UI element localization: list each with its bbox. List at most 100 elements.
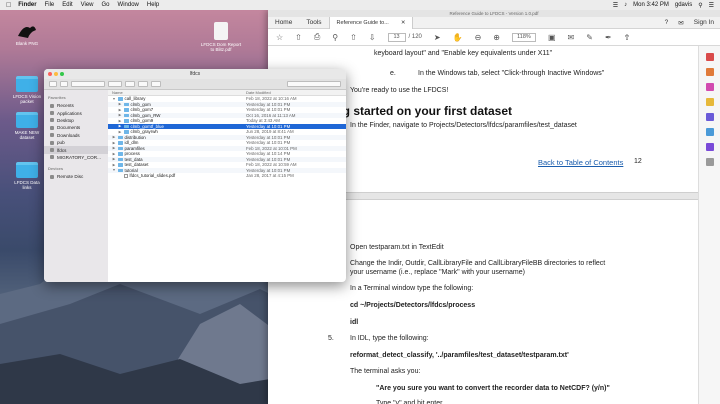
upload-icon[interactable]: ⇧: [295, 33, 302, 42]
disclosure-closed-icon[interactable]: ▶: [112, 146, 116, 150]
file-name: clmb_gom9: [130, 118, 154, 124]
volume-icon[interactable]: ♪: [624, 2, 627, 8]
pen-icon[interactable]: ✎: [586, 33, 593, 42]
disclosure-closed-icon[interactable]: ▶: [118, 124, 122, 128]
tab-tools[interactable]: Tools: [299, 17, 328, 29]
clock[interactable]: Mon 3:42 PM: [633, 2, 669, 8]
disclosure-closed-icon[interactable]: ▶: [112, 141, 116, 145]
comment-icon[interactable]: ✉: [568, 33, 575, 42]
create-pdf-icon[interactable]: [705, 68, 714, 76]
apple-menu-icon[interactable]: : [6, 2, 11, 9]
zoom-in-icon[interactable]: ⊕: [493, 33, 500, 42]
page-up-icon[interactable]: ⇧: [350, 33, 357, 42]
file-name: clmb_gom7: [130, 107, 154, 113]
sidebar-item-pub[interactable]: pub: [44, 139, 108, 146]
sidebar-item-remote-disc[interactable]: Remote Disc: [44, 173, 108, 180]
menu-go[interactable]: Go: [102, 2, 110, 8]
back-button[interactable]: [49, 81, 57, 87]
sign-icon[interactable]: ✒: [605, 33, 612, 42]
signin-button[interactable]: Sign In: [694, 19, 714, 27]
disclosure-closed-icon[interactable]: ▶: [118, 130, 122, 134]
sidebar-item-recents[interactable]: Recents: [44, 102, 108, 109]
page-down-icon[interactable]: ⇩: [369, 33, 376, 42]
close-window-icon[interactable]: [48, 72, 52, 76]
tab-home[interactable]: Home: [268, 17, 299, 29]
minimize-window-icon[interactable]: [54, 72, 58, 76]
print-icon[interactable]: ⎙: [314, 32, 320, 42]
arrange-button[interactable]: [108, 81, 122, 87]
search-icon[interactable]: ⚲: [698, 2, 702, 9]
menu-window[interactable]: Window: [118, 2, 139, 8]
sidebar-item-lfdcs[interactable]: lfdcs: [44, 146, 108, 154]
column-header-date[interactable]: Date Modified: [246, 90, 271, 95]
column-header-name[interactable]: Name: [108, 90, 246, 95]
sidebar-item-downloads[interactable]: Downloads: [44, 132, 108, 139]
page-number-input[interactable]: 13: [387, 32, 406, 42]
more-tools-icon[interactable]: [705, 158, 714, 166]
disclosure-closed-icon[interactable]: ▶: [118, 119, 122, 123]
date-modified: Today at 3:43 AM: [246, 118, 280, 124]
disclosure-closed-icon[interactable]: ▶: [118, 102, 122, 106]
user-name[interactable]: gdavis: [675, 2, 692, 8]
back-to-toc-link[interactable]: Back to Table of Contents: [538, 158, 623, 167]
file-name-cell: ▶ clmb_grayrwh: [108, 129, 246, 134]
comment-tool-icon[interactable]: [705, 98, 714, 106]
disclosure-open-icon[interactable]: ▼: [112, 168, 116, 172]
view-mode-buttons[interactable]: [71, 81, 105, 87]
search-input[interactable]: [287, 81, 341, 87]
send-icon[interactable]: [705, 128, 714, 136]
export-pdf-icon[interactable]: [705, 53, 714, 61]
folder-icon: [118, 135, 123, 139]
file-name: test_data: [124, 156, 143, 162]
doc-line: You're ready to use the LFDCS!: [350, 87, 449, 94]
disclosure-closed-icon[interactable]: ▶: [112, 152, 116, 156]
organize-icon[interactable]: [705, 113, 714, 121]
tab-document[interactable]: Reference Guide to... ✕: [328, 16, 414, 29]
help-icon[interactable]: ?: [665, 19, 669, 27]
menu-edit[interactable]: Edit: [62, 2, 72, 8]
close-icon[interactable]: ✕: [401, 20, 406, 26]
sidebar-item-desktop[interactable]: Desktop: [44, 117, 108, 124]
disclosure-closed-icon[interactable]: ▶: [118, 113, 122, 117]
finder-window: lfdcs Favorites Recents Applications Des…: [44, 69, 346, 282]
sidebar-item-documents[interactable]: Documents: [44, 124, 108, 131]
menu-help[interactable]: Help: [147, 2, 159, 8]
table-row[interactable]: lfdcs_tutorial_slides.pdf Jan 28, 2017 at…: [108, 173, 346, 179]
folder-icon: [124, 130, 129, 134]
zoom-window-icon[interactable]: [60, 72, 64, 76]
list-icon[interactable]: ☰: [709, 2, 714, 9]
folder-icon: [124, 119, 129, 123]
desktop-icon-lfdcs-report[interactable]: LFDCS Dom Report to Blitz.pdf: [198, 22, 244, 52]
forward-button[interactable]: [60, 81, 68, 87]
disclosure-closed-icon[interactable]: ▶: [118, 108, 122, 112]
disclosure-closed-icon[interactable]: ▶: [112, 157, 116, 161]
finder-titlebar[interactable]: lfdcs: [44, 69, 346, 79]
pointer-icon[interactable]: ➤: [434, 33, 441, 42]
date-modified: Feb 18, 2022 at 10:59 AM: [246, 162, 297, 168]
edit-pdf-icon[interactable]: [705, 83, 714, 91]
folder-icon: [50, 148, 54, 153]
sidebar-item-applications[interactable]: Applications: [44, 109, 108, 116]
share-icon[interactable]: ⇮: [624, 33, 631, 42]
hand-icon[interactable]: ✋: [453, 33, 463, 42]
action-button[interactable]: [125, 81, 135, 87]
disclosure-open-icon[interactable]: ▼: [112, 97, 116, 101]
fit-page-icon[interactable]: ▣: [548, 33, 556, 42]
search-icon[interactable]: ⚲: [332, 33, 338, 42]
bell-icon[interactable]: ✉: [678, 19, 683, 27]
sidebar-item-migratory[interactable]: MIGRATORY_COR...: [44, 154, 108, 161]
disclosure-closed-icon[interactable]: ▶: [112, 163, 116, 167]
wifi-icon[interactable]: ☰: [613, 2, 618, 9]
desktop-icon-blank-png[interactable]: Blank PNG: [4, 22, 50, 46]
sidebar-item-label: Desktop: [57, 117, 74, 123]
bookmark-icon[interactable]: ☆: [276, 33, 283, 42]
menu-view[interactable]: View: [81, 2, 94, 8]
zoom-select[interactable]: 118%: [511, 32, 536, 42]
menu-file[interactable]: File: [45, 2, 55, 8]
menu-finder[interactable]: Finder: [18, 2, 36, 8]
tags-button[interactable]: [151, 81, 161, 87]
disclosure-closed-icon[interactable]: ▶: [112, 135, 116, 139]
fill-sign-icon[interactable]: [705, 143, 714, 151]
zoom-out-icon[interactable]: ⊖: [475, 33, 482, 42]
share-button[interactable]: [138, 81, 148, 87]
